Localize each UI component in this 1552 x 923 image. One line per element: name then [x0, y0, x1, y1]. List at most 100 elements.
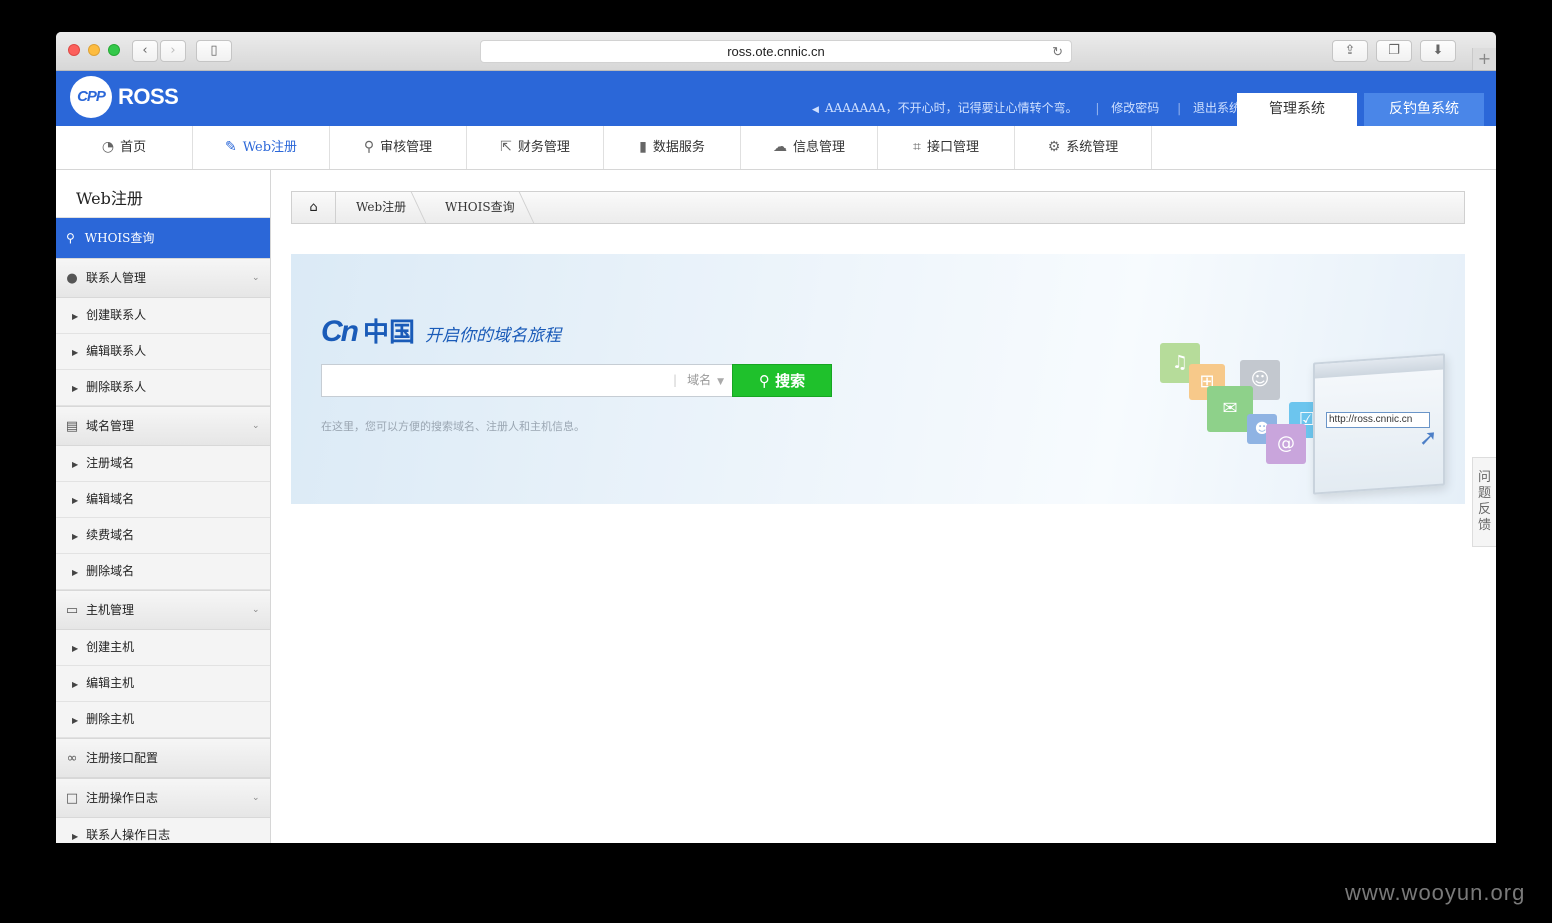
nav-info[interactable]: ☁ 信息管理	[741, 126, 878, 169]
change-password-link[interactable]: 修改密码	[1111, 101, 1159, 115]
tabs-icon: ❐	[1388, 43, 1400, 58]
chevron-down-icon: ⌄	[252, 421, 260, 431]
sidebar-item-label: 删除主机	[86, 712, 135, 726]
sidebar-item-register-domain[interactable]: ▶ 注册域名	[56, 446, 270, 482]
sidebar-item-contact-log[interactable]: ▶ 联系人操作日志	[56, 818, 270, 843]
downloads-button[interactable]: ⬇	[1420, 40, 1456, 62]
sidebar-item-label: 编辑域名	[86, 492, 135, 506]
caret-left-icon: ◀	[812, 105, 819, 115]
crop-icon: ⌗	[913, 139, 921, 155]
caret-right-icon: ▶	[72, 312, 79, 321]
sidebar-group-label: 主机管理	[86, 603, 135, 617]
sidebar-group-label: 域名管理	[86, 419, 135, 433]
back-button[interactable]: ‹	[132, 40, 158, 62]
sidebar-group-label: 联系人管理	[86, 271, 147, 285]
browser-window: ‹ › ▯ ross.ote.cnnic.cn ↻ ⇪ ❐ ⬇ + CPP RO…	[56, 32, 1496, 843]
plus-icon: +	[1477, 49, 1492, 68]
chevron-down-icon: ⌄	[252, 273, 260, 283]
forward-button[interactable]: ›	[160, 40, 186, 62]
sidebar-toggle-button[interactable]: ▯	[196, 40, 232, 62]
address-bar[interactable]: ross.ote.cnnic.cn ↻	[480, 40, 1072, 63]
caret-right-icon: ▶	[72, 532, 79, 541]
sidebar-group-interface-config[interactable]: ∞ 注册接口配置	[56, 738, 270, 778]
sidebar-item-edit-domain[interactable]: ▶ 编辑域名	[56, 482, 270, 518]
square-icon: □	[65, 791, 79, 806]
minimize-window-button[interactable]	[88, 44, 100, 56]
caret-right-icon: ▶	[72, 384, 79, 393]
sidebar-item-delete-contact[interactable]: ▶ 删除联系人	[56, 370, 270, 406]
share-button[interactable]: ⇪	[1332, 40, 1368, 62]
new-tab-button[interactable]: +	[1472, 48, 1496, 70]
link-icon: ∞	[66, 751, 78, 766]
sidebar-group-domains[interactable]: ▤ 域名管理 ⌄	[56, 406, 270, 446]
sidebar-item-delete-domain[interactable]: ▶ 删除域名	[56, 554, 270, 590]
search-type-value: 域名	[687, 373, 712, 387]
sidebar-group-logs[interactable]: □ 注册操作日志 ⌄	[56, 778, 270, 818]
nav-label: 审核管理	[380, 140, 433, 155]
watermark: www.wooyun.org	[1345, 880, 1526, 905]
reload-icon[interactable]: ↻	[1052, 41, 1063, 62]
illustration-url: http://ross.cnnic.cn	[1326, 412, 1430, 428]
breadcrumb-item[interactable]: WHOIS查询	[445, 192, 515, 223]
export-icon: ⇱	[500, 139, 512, 155]
chevron-left-icon: ‹	[142, 43, 148, 58]
url-text: ross.ote.cnnic.cn	[727, 44, 825, 59]
tab-management-system[interactable]: 管理系统	[1237, 93, 1357, 126]
logout-link[interactable]: 退出系统	[1193, 101, 1241, 115]
caret-right-icon: ▶	[72, 496, 79, 505]
nav-system[interactable]: ⚙ 系统管理	[1015, 126, 1152, 169]
breadcrumb-home[interactable]: ⌂	[292, 192, 336, 223]
monitor-icon: ▭	[65, 603, 79, 618]
nav-data-service[interactable]: ▮ 数据服务	[604, 126, 741, 169]
sidebar-item-whois[interactable]: ⚲ WHOIS查询	[56, 218, 270, 258]
cursor-icon: ➚	[1419, 426, 1438, 451]
tabs-overview-button[interactable]: ❐	[1376, 40, 1412, 62]
main-nav: ◔ 首页 ✎ Web注册 ⚲ 审核管理 ⇱ 财务管理 ▮ 数据服务 ☁ 信息管理 ⌗ 接口管理…	[56, 126, 1496, 170]
sidebar-group-label: 注册接口配置	[86, 751, 159, 765]
tab-anti-phishing-system[interactable]: 反钓鱼系统	[1364, 93, 1484, 126]
cn-logo-zhongguo: 中国	[363, 318, 416, 348]
caret-right-icon: ▶	[72, 460, 79, 469]
zoom-window-button[interactable]	[108, 44, 120, 56]
sidebar-item-label: 创建联系人	[86, 308, 147, 322]
divider: |	[1095, 101, 1100, 115]
sidebar-group-contacts[interactable]: ● 联系人管理 ⌄	[56, 258, 270, 298]
search-input[interactable]: | 域名 ▼	[321, 364, 733, 397]
banner-slogan: 开启你的域名旅程	[425, 326, 562, 346]
sidebar-item-edit-host[interactable]: ▶ 编辑主机	[56, 666, 270, 702]
sidebar-item-renew-domain[interactable]: ▶ 续费域名	[56, 518, 270, 554]
feedback-tab[interactable]: 问题反馈	[1472, 457, 1496, 547]
caret-right-icon: ▶	[72, 716, 79, 725]
divider: |	[1177, 101, 1182, 115]
nav-label: Web注册	[242, 140, 298, 155]
download-icon: ⬇	[1432, 43, 1444, 58]
sidebar-item-delete-host[interactable]: ▶ 删除主机	[56, 702, 270, 738]
nav-review[interactable]: ⚲ 审核管理	[330, 126, 467, 169]
search-hint: 在这里，您可以方便的搜索域名、注册人和主机信息。	[321, 420, 585, 433]
sidebar-item-create-host[interactable]: ▶ 创建主机	[56, 630, 270, 666]
logo-text: ROSS	[118, 84, 179, 109]
sidebar-item-create-contact[interactable]: ▶ 创建联系人	[56, 298, 270, 334]
logo[interactable]: CPP ROSS	[70, 76, 179, 118]
sidebar-item-edit-contact[interactable]: ▶ 编辑联系人	[56, 334, 270, 370]
search-type-select[interactable]: | 域名 ▼	[673, 365, 724, 396]
nav-interface[interactable]: ⌗ 接口管理	[878, 126, 1015, 169]
greeting-text: AAAAAAA，不开心时，记得要让心情转个弯。	[824, 101, 1078, 115]
home-icon: ⌂	[309, 200, 318, 215]
sidebar-title: Web注册	[56, 170, 270, 218]
whois-banner: Cn 中国 开启你的域名旅程 | 域名 ▼ ⚲ 搜索 在这里，您可以方便的搜索域名、…	[291, 254, 1465, 504]
nav-label: 接口管理	[926, 140, 979, 155]
search-icon: ⚲	[363, 139, 375, 155]
nav-web-register[interactable]: ✎ Web注册	[193, 126, 330, 169]
sidebar-group-hosts[interactable]: ▭ 主机管理 ⌄	[56, 590, 270, 630]
search-button-label: 搜索	[775, 372, 806, 390]
sidebar-item-label: 编辑联系人	[86, 344, 147, 358]
breadcrumb-item[interactable]: Web注册	[356, 192, 406, 223]
breadcrumb: ⌂ Web注册 WHOIS查询	[291, 191, 1465, 224]
chevron-down-icon: ⌄	[252, 605, 260, 615]
close-window-button[interactable]	[68, 44, 80, 56]
nav-home[interactable]: ◔ 首页	[56, 126, 193, 169]
search-button[interactable]: ⚲ 搜索	[732, 364, 832, 397]
nav-finance[interactable]: ⇱ 财务管理	[467, 126, 604, 169]
browser-toolbar: ‹ › ▯ ross.ote.cnnic.cn ↻ ⇪ ❐ ⬇ +	[56, 32, 1496, 71]
